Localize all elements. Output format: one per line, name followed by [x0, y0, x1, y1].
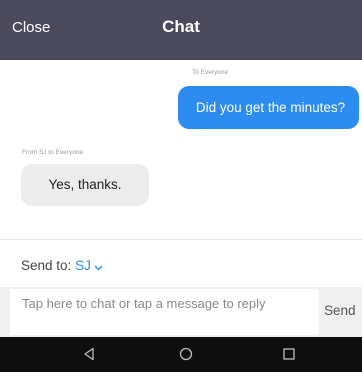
send-to-row: Send to: SJ — [21, 258, 103, 274]
back-icon[interactable] — [82, 347, 96, 366]
system-nav-bar — [0, 337, 362, 372]
chat-header: Close Chat — [0, 0, 362, 60]
message-bubble-incoming[interactable]: Yes, thanks. — [21, 164, 149, 206]
chevron-down-icon — [94, 259, 103, 274]
recents-icon[interactable] — [282, 347, 296, 366]
message-bubble-outgoing[interactable]: Did you get the minutes? — [178, 86, 359, 129]
chat-screen: Close Chat To Everyone Did you get the m… — [0, 0, 362, 372]
message-meta-outgoing: To Everyone — [192, 69, 229, 76]
composer-row: Send — [0, 287, 362, 337]
chat-input[interactable] — [10, 289, 319, 335]
message-meta-incoming: From SJ to Everyone — [22, 149, 84, 156]
send-to-selector[interactable]: SJ — [75, 258, 103, 273]
page-title: Chat — [162, 17, 200, 36]
home-icon[interactable] — [179, 347, 193, 366]
send-to-label: Send to: — [21, 258, 72, 273]
send-button[interactable]: Send — [324, 303, 356, 318]
send-to-value: SJ — [75, 258, 91, 273]
composer-divider — [0, 239, 362, 240]
